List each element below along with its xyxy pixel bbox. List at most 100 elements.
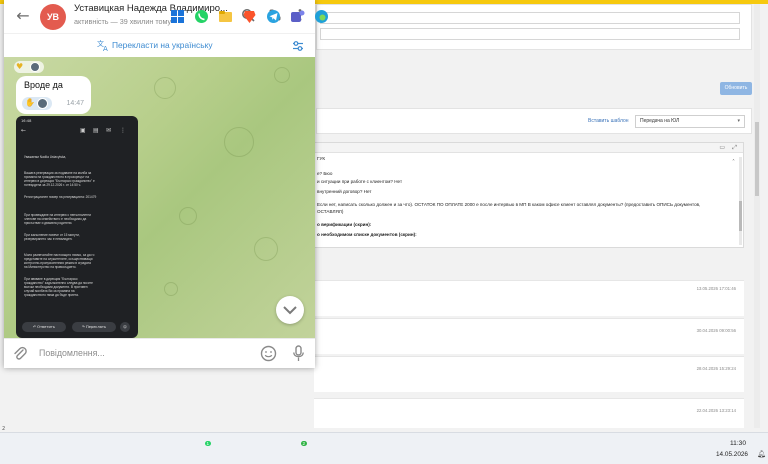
- photo-text-line: гражданството няма да бъде приета.: [24, 293, 79, 297]
- edge-browser-icon[interactable]: [314, 9, 329, 24]
- wallpaper-doodle: [254, 237, 278, 261]
- back-arrow-icon[interactable]: ←: [14, 7, 32, 25]
- photo-text-line: потвърдена за 29.12.2026 г. от 14:50 ч.: [24, 183, 82, 187]
- editor-toolbar: ▭ ⤢: [315, 143, 743, 153]
- notification-bell-icon[interactable]: 🔔︎: [757, 450, 766, 458]
- comment-editor[interactable]: ▭ ⤢ ˄ ГУК е? Бюо и ситуации при работе с…: [314, 142, 744, 248]
- crm-spacer: [316, 58, 752, 106]
- chevron-down-icon: [283, 306, 297, 315]
- wallpaper-doodle: [164, 282, 178, 296]
- archive-icon: ▣: [80, 127, 86, 134]
- phone-reply-label: Ответить: [37, 325, 56, 329]
- editor-text-line: о верификации (скрин):: [317, 222, 372, 227]
- translate-icon[interactable]: 文 A: [97, 39, 110, 51]
- photo-message[interactable]: 16:48 ← ▣ ▤ ✉ ⋮ Уважаеми Nadiia Ustavyts…: [16, 116, 138, 338]
- collapse-icon[interactable]: ˄: [732, 159, 735, 166]
- avatar[interactable]: УВ: [40, 4, 66, 30]
- taskbar-clock-date[interactable]: 14.05.2026: [716, 451, 748, 458]
- template-select[interactable]: Передача на ЮЛ ▾: [635, 115, 745, 128]
- phone-toolbar: ← ▣ ▤ ✉ ⋮: [16, 126, 138, 140]
- scroll-down-button[interactable]: [276, 296, 304, 324]
- editor-text-line: и ситуации при работе с клиентом? Нет: [317, 179, 403, 184]
- editor-text-line: е? Бюо: [317, 171, 333, 176]
- taskbar: [0, 432, 768, 464]
- phone-status-time: 16:48: [21, 119, 32, 123]
- photo-text-line: присъстват и двамата родители.: [24, 221, 73, 225]
- editor-scrollbar[interactable]: [739, 157, 742, 245]
- telegram-chat-window: ← УВ Уставицкая Надежда Владимиро... акт…: [4, 0, 315, 368]
- wallpaper-doodle: [224, 127, 254, 157]
- editor-text-line: ОСТАВЛЯЛ): [317, 209, 344, 214]
- chevron-down-icon: ▾: [737, 118, 740, 124]
- brave-browser-icon[interactable]: [242, 9, 257, 24]
- more-vertical-icon: ⋮: [120, 127, 126, 134]
- template-select-value: Передача на ЮЛ: [640, 118, 680, 124]
- message-text: Вроде да: [24, 80, 63, 90]
- message-input[interactable]: Повідомлення...: [39, 348, 105, 358]
- whatsapp-icon[interactable]: [194, 9, 209, 24]
- phone-reply-button: ↶ Ответить: [22, 322, 66, 332]
- history-row[interactable]: 22.04.2026 13:23:14: [314, 398, 744, 428]
- windows-start-icon[interactable]: [170, 9, 185, 24]
- yellow-heart-icon: ♥: [16, 62, 24, 71]
- file-explorer-icon[interactable]: [218, 9, 233, 24]
- scrollbar-thumb[interactable]: [739, 201, 742, 231]
- back-arrow-icon: ←: [21, 127, 27, 134]
- microphone-icon[interactable]: [292, 345, 305, 362]
- folded-hands-icon: ✋: [25, 98, 35, 107]
- expand-icon[interactable]: ⤢: [732, 144, 737, 152]
- message-reaction[interactable]: ♥: [14, 61, 44, 73]
- editor-text-line: внутренний договор? Нет: [317, 189, 372, 194]
- photo-text-line: резервирането час е невалиден.: [24, 237, 73, 241]
- editor-text-line: ГУК: [317, 156, 326, 161]
- teams-badge: 2: [301, 441, 307, 446]
- scrollbar-thumb[interactable]: [755, 122, 759, 196]
- history-row[interactable]: 28.04.2026 15:29:24: [314, 356, 744, 392]
- chat-status: активність — 39 хвилин тому: [74, 17, 172, 26]
- history-date: 28.04.2026 15:29:24: [696, 366, 736, 371]
- wallpaper-doodle: [154, 77, 176, 99]
- message-reaction[interactable]: ✋: [22, 97, 52, 110]
- translate-bar: 文 A Перекласти на українську: [4, 33, 315, 57]
- teams-icon[interactable]: [290, 9, 305, 24]
- history-date: 13.05.2026 17:01:46: [696, 286, 736, 291]
- chat-message-area[interactable]: ♥ Вроде да ✋ 14:47 16:48 ← ▣ ▤ ✉ ⋮ Уважа…: [4, 57, 315, 338]
- crm-form-field[interactable]: [320, 28, 740, 40]
- translate-button[interactable]: Перекласти на українську: [112, 40, 213, 50]
- incoming-message[interactable]: Вроде да ✋ 14:47: [16, 76, 91, 114]
- photo-text-line: Уважаеми Nadiia Ustavytska,: [24, 155, 67, 159]
- trash-icon: ▤: [93, 127, 99, 134]
- editor-text-line: о необходимом списке документов (скрин):: [317, 232, 417, 237]
- history-date: 30.04.2026 09:00:56: [696, 328, 736, 333]
- desktop: Обновить Вставить шаблон Передача на ЮЛ …: [0, 0, 768, 464]
- phone-emoji-button: ☺: [120, 322, 130, 332]
- keyboard-icon[interactable]: ▭: [719, 144, 725, 151]
- history-date: 22.04.2026 13:23:14: [696, 408, 736, 413]
- reactor-avatar: [37, 98, 48, 109]
- taskbar-clock-time[interactable]: 11:30: [730, 440, 746, 447]
- whatsapp-badge: 1: [205, 441, 211, 446]
- insert-template-link[interactable]: Вставить шаблон: [588, 118, 629, 124]
- mail-icon: ✉: [106, 127, 112, 134]
- svg-text:A: A: [103, 45, 108, 51]
- photo-text-line: на Министерство на правосъдието.: [24, 265, 77, 269]
- wallpaper-doodle: [274, 67, 290, 83]
- update-button[interactable]: Обновить: [720, 82, 752, 95]
- emoji-icon[interactable]: [260, 345, 277, 362]
- photo-text-line: Регистрационен номер на резервацията: 20…: [24, 195, 97, 199]
- crm-form-panel: [316, 4, 752, 50]
- translate-settings-icon[interactable]: [292, 40, 304, 52]
- reactor-avatar: [30, 62, 40, 72]
- wallpaper-doodle: [179, 207, 197, 225]
- history-row[interactable]: 13.05.2026 17:01:46: [314, 280, 744, 316]
- message-time: 14:47: [66, 100, 84, 107]
- paperclip-icon[interactable]: [12, 346, 28, 362]
- phone-forward-label: Переслать: [86, 325, 107, 329]
- telegram-icon[interactable]: [266, 9, 281, 24]
- history-row[interactable]: 30.04.2026 09:00:56: [314, 318, 744, 354]
- editor-text-line: Если нет, написать сколько должен и за ч…: [317, 202, 701, 207]
- page-scrollbar[interactable]: [754, 4, 760, 428]
- phone-forward-button: ↷ Переслать: [72, 322, 116, 332]
- message-composer: Повідомлення...: [4, 338, 315, 368]
- crm-form-field[interactable]: [320, 12, 740, 24]
